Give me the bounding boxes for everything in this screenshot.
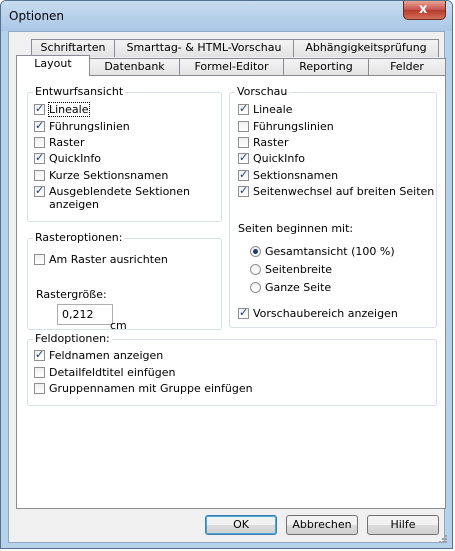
resize-grip-icon[interactable] — [438, 534, 448, 544]
checkbox-icon — [34, 151, 45, 164]
tab-label: Abhängigkeitsprüfung — [305, 41, 427, 54]
entwurf-raster-checkbox[interactable]: Raster — [34, 136, 84, 149]
radio-label: Ganze Seite — [265, 281, 332, 294]
checkbox-label: QuickInfo — [49, 152, 101, 165]
layout-tab-panel: Entwurfsansicht Lineale Führungslinien R… — [16, 75, 446, 509]
tab-formel-editor[interactable]: Formel-Editor — [179, 58, 284, 76]
checkbox-icon — [34, 367, 45, 378]
cancel-button[interactable]: Abbrechen — [286, 515, 358, 535]
group-label: Rasteroptionen: — [33, 231, 125, 244]
close-icon: x — [419, 2, 428, 17]
tab-label: Formel-Editor — [194, 60, 269, 73]
radio-seitenbreite[interactable]: Seitenbreite — [250, 263, 332, 276]
checkbox-label: Raster — [49, 136, 85, 149]
detailfeldtitel-checkbox[interactable]: Detailfeldtitel einfügen — [34, 366, 175, 379]
tab-label: Smarttag- & HTML-Vorschau — [126, 41, 282, 54]
checkbox-icon — [34, 383, 45, 394]
checkbox-label: Am Raster ausrichten — [49, 253, 168, 266]
checkbox-label: Raster — [253, 136, 289, 149]
group-label: Entwurfsansicht — [33, 85, 126, 98]
radio-icon — [250, 282, 261, 293]
checkbox-icon — [34, 184, 45, 197]
tab-label: Schriftarten — [40, 41, 106, 54]
checkbox-label-line2: anzeigen — [49, 198, 100, 211]
tab-label: Layout — [34, 57, 72, 70]
window-title: Optionen — [9, 9, 65, 23]
vorschau-quickinfo-checkbox[interactable]: QuickInfo — [238, 151, 305, 165]
tab-label: Datenbank — [104, 60, 165, 73]
radio-gesamtansicht[interactable]: Gesamtansicht (100 %) — [250, 245, 395, 258]
checkbox-icon — [34, 170, 45, 181]
vorschau-raster-checkbox[interactable]: Raster — [238, 136, 288, 149]
vorschaubereich-anzeigen-checkbox[interactable]: Vorschaubereich anzeigen — [238, 306, 398, 320]
ok-button[interactable]: OK — [205, 515, 277, 535]
entwurf-fuehrungslinien-checkbox[interactable]: Führungslinien — [34, 119, 130, 133]
tab-datenbank[interactable]: Datenbank — [89, 58, 180, 76]
checkbox-label: Sektionsnamen — [253, 169, 339, 182]
rastergroesse-unit: cm — [110, 319, 127, 332]
checkbox-icon — [238, 102, 249, 115]
tab-label: Felder — [390, 60, 424, 73]
help-button[interactable]: Hilfe — [367, 515, 439, 535]
checkbox-label: Detailfeldtitel einfügen — [49, 366, 176, 379]
entwurf-quickinfo-checkbox[interactable]: QuickInfo — [34, 151, 101, 165]
tab-layout[interactable]: Layout — [16, 55, 90, 76]
checkbox-icon — [238, 151, 249, 164]
checkbox-icon — [34, 102, 45, 115]
checkbox-icon — [238, 121, 249, 132]
entwurf-lineale-checkbox[interactable]: Lineale — [34, 102, 90, 117]
title-bar[interactable]: Optionen x — [1, 1, 452, 31]
checkbox-icon — [238, 137, 249, 148]
checkbox-icon — [34, 119, 45, 132]
group-label: Vorschau — [235, 85, 290, 98]
tab-felder[interactable]: Felder — [368, 58, 446, 76]
checkbox-icon — [34, 348, 45, 361]
seiten-beginnen-label: Seiten beginnen mit: — [238, 222, 354, 235]
vorschau-seitenwechsel-checkbox[interactable]: Seitenwechsel auf breiten Seiten — [238, 184, 435, 198]
tab-abhaengigkeitspruefung[interactable]: Abhängigkeitsprüfung — [293, 39, 439, 57]
tab-label: Reporting — [299, 60, 353, 73]
checkbox-icon — [238, 306, 249, 319]
vorschau-sektionsnamen-checkbox[interactable]: Sektionsnamen — [238, 168, 339, 182]
group-label: Feldoptionen: — [33, 332, 112, 345]
checkbox-icon — [238, 184, 249, 197]
checkbox-icon — [34, 137, 45, 148]
checkbox-label: Führungslinien — [253, 120, 334, 133]
checkbox-label: Seitenwechsel auf breiten Seiten — [253, 185, 435, 198]
radio-icon — [250, 264, 261, 275]
checkbox-label: Gruppennamen mit Gruppe einfügen — [49, 382, 253, 395]
radio-label: Seitenbreite — [265, 263, 333, 276]
rastergroesse-label: Rastergröße: — [36, 288, 107, 301]
am-raster-ausrichten-checkbox[interactable]: Am Raster ausrichten — [34, 253, 168, 266]
entwurf-ausgeblendete-sektionen-checkbox[interactable]: Ausgeblendete Sektionenanzeigen — [34, 184, 190, 211]
checkbox-label: Feldnamen anzeigen — [49, 349, 164, 362]
radio-icon — [250, 246, 261, 257]
feldnamen-anzeigen-checkbox[interactable]: Feldnamen anzeigen — [34, 348, 164, 362]
tab-smarttag-html-vorschau[interactable]: Smarttag- & HTML-Vorschau — [114, 39, 294, 57]
radio-ganze-seite[interactable]: Ganze Seite — [250, 281, 331, 294]
gruppennamen-checkbox[interactable]: Gruppennamen mit Gruppe einfügen — [34, 382, 253, 395]
checkbox-label: Ausgeblendete Sektionen — [49, 185, 191, 198]
checkbox-label: Führungslinien — [49, 120, 130, 133]
rastergroesse-input[interactable]: 0,212 — [57, 304, 113, 325]
vorschau-fuehrungslinien-checkbox[interactable]: Führungslinien — [238, 120, 334, 133]
checkbox-label: Lineale — [48, 102, 90, 117]
checkbox-label-block: Ausgeblendete Sektionen anzeigen — [49, 185, 190, 211]
checkbox-label: QuickInfo — [253, 152, 305, 165]
close-button[interactable]: x — [403, 1, 446, 20]
checkbox-label: Lineale — [253, 103, 293, 116]
checkbox-label: Vorschaubereich anzeigen — [253, 307, 398, 320]
vorschau-lineale-checkbox[interactable]: Lineale — [238, 102, 293, 116]
checkbox-icon — [238, 168, 249, 181]
tab-reporting[interactable]: Reporting — [283, 58, 369, 76]
radio-label: Gesamtansicht (100 %) — [265, 245, 395, 258]
entwurf-kurze-sektionsnamen-checkbox[interactable]: Kurze Sektionsnamen — [34, 169, 168, 182]
checkbox-icon — [34, 254, 45, 265]
checkbox-label: Kurze Sektionsnamen — [49, 169, 169, 182]
